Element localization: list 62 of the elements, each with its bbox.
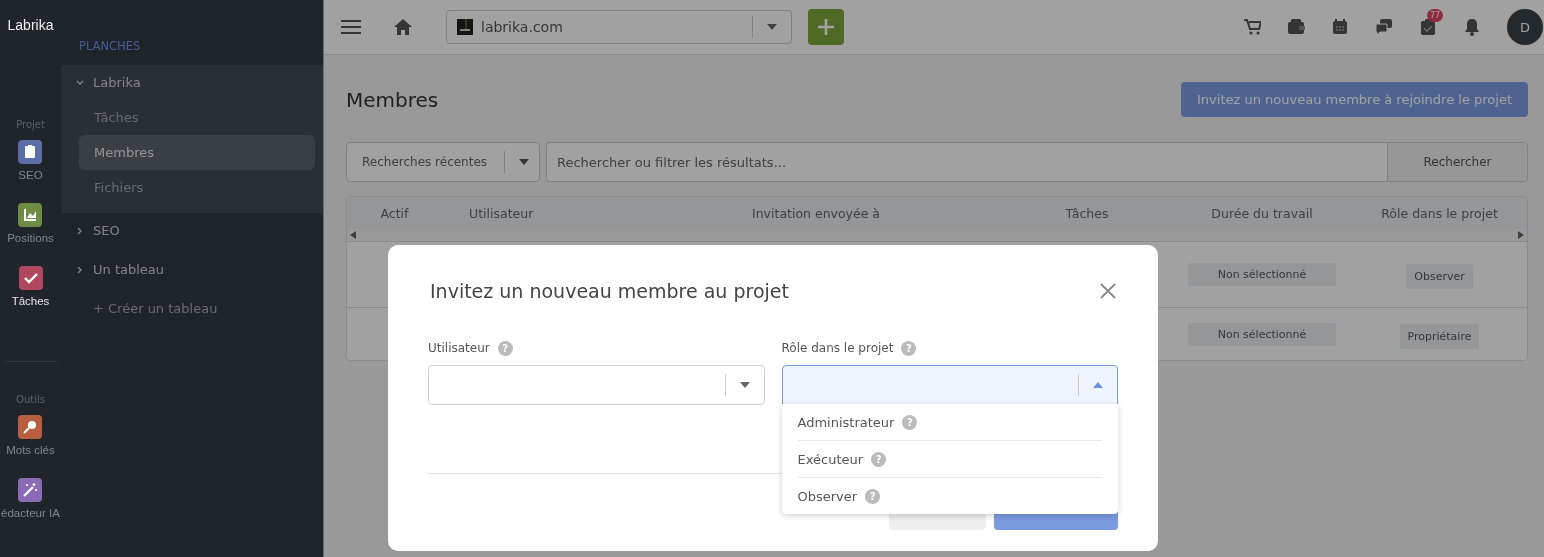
board-item[interactable]: SEO	[61, 213, 315, 248]
column-header[interactable]: Invitation envoyée à	[702, 205, 1002, 221]
caret-icon	[519, 159, 529, 165]
rail-item[interactable]: Positions	[7, 203, 54, 244]
scroll-right-icon[interactable]	[1518, 231, 1524, 239]
sidebar-link[interactable]: Membres	[79, 135, 315, 170]
wallet-icon[interactable]	[1287, 18, 1305, 36]
dropdown-option[interactable]: Administrateur ?	[797, 404, 1102, 441]
rail-item[interactable]: édacteur IA	[1, 478, 60, 519]
notification-badge: 77	[1427, 9, 1444, 22]
site-dropdown[interactable]: labrika.com	[446, 10, 792, 44]
select-field[interactable]	[428, 365, 765, 405]
column-header[interactable]: Actif	[347, 205, 442, 221]
board-item[interactable]: Labrika	[61, 65, 315, 100]
caret-icon	[739, 382, 750, 388]
rail-item[interactable]: SEO	[18, 140, 43, 181]
sidebar-link[interactable]: Fichiers	[79, 170, 315, 205]
calendar-icon[interactable]	[1331, 18, 1349, 36]
board-item[interactable]: Un tableau	[61, 252, 315, 287]
chat-icon[interactable]	[1375, 18, 1393, 36]
column-header[interactable]: Tâches	[1002, 205, 1172, 221]
help-icon[interactable]: ?	[902, 414, 918, 430]
column-header[interactable]: Rôle dans le projet	[1352, 205, 1527, 221]
select-field[interactable]	[781, 365, 1118, 405]
column-header[interactable]: Durée du travail	[1172, 205, 1352, 221]
search-field[interactable]: Rechercher ou filtrer les résultats...	[546, 142, 1387, 182]
modal-title: Invitez un nouveau membre au projet	[430, 280, 789, 302]
caret-up-icon	[1093, 382, 1103, 388]
column-header[interactable]: Utilisateur	[442, 205, 702, 221]
page-title: Membres	[346, 87, 439, 112]
help-icon[interactable]: ?	[865, 488, 881, 504]
duration-tag: Non sélectionné	[1188, 263, 1336, 286]
section-label: Projet	[16, 119, 45, 130]
help-icon[interactable]: ?	[901, 340, 917, 356]
dropdown-option[interactable]: Exécuteur ?	[797, 441, 1102, 478]
close-icon[interactable]	[1100, 283, 1116, 299]
logo[interactable]: Labrika	[7, 17, 54, 33]
recent-searches-dropdown[interactable]: Recherches récentes	[346, 142, 540, 182]
create-board-link[interactable]: + Créer un tableau	[61, 291, 323, 326]
rail-item[interactable]: Mots clés	[6, 415, 55, 456]
bell-icon[interactable]	[1463, 18, 1481, 36]
caret-icon	[767, 24, 777, 30]
section-heading: PLANCHES	[78, 38, 142, 55]
clipboard-check-icon[interactable]	[1419, 18, 1437, 36]
field-label: Rôle dans le projet	[781, 341, 894, 355]
home-icon[interactable]	[393, 18, 413, 36]
scroll-left-icon[interactable]	[350, 231, 356, 239]
rail-item[interactable]: Tâches	[11, 266, 50, 307]
cart-icon[interactable]	[1243, 18, 1261, 36]
menu-icon[interactable]	[341, 19, 361, 35]
invite-button[interactable]: Invitez un nouveau membre à rejoindre le projet	[1181, 82, 1528, 117]
section-label: Outils	[16, 394, 45, 405]
role-tag: Observer	[1406, 264, 1473, 289]
field-label: Utilisateur	[428, 341, 490, 355]
search-button[interactable]: Rechercher	[1387, 142, 1528, 182]
help-icon[interactable]: ?	[871, 451, 887, 467]
role-tag: Propriétaire	[1399, 323, 1480, 349]
help-icon[interactable]: ?	[497, 340, 513, 356]
sidebar-link[interactable]: Tâches	[79, 100, 315, 135]
avatar[interactable]: D	[1507, 9, 1543, 45]
dropdown-option[interactable]: Observer ?	[797, 478, 1102, 514]
duration-tag: Non sélectionné	[1188, 322, 1336, 346]
